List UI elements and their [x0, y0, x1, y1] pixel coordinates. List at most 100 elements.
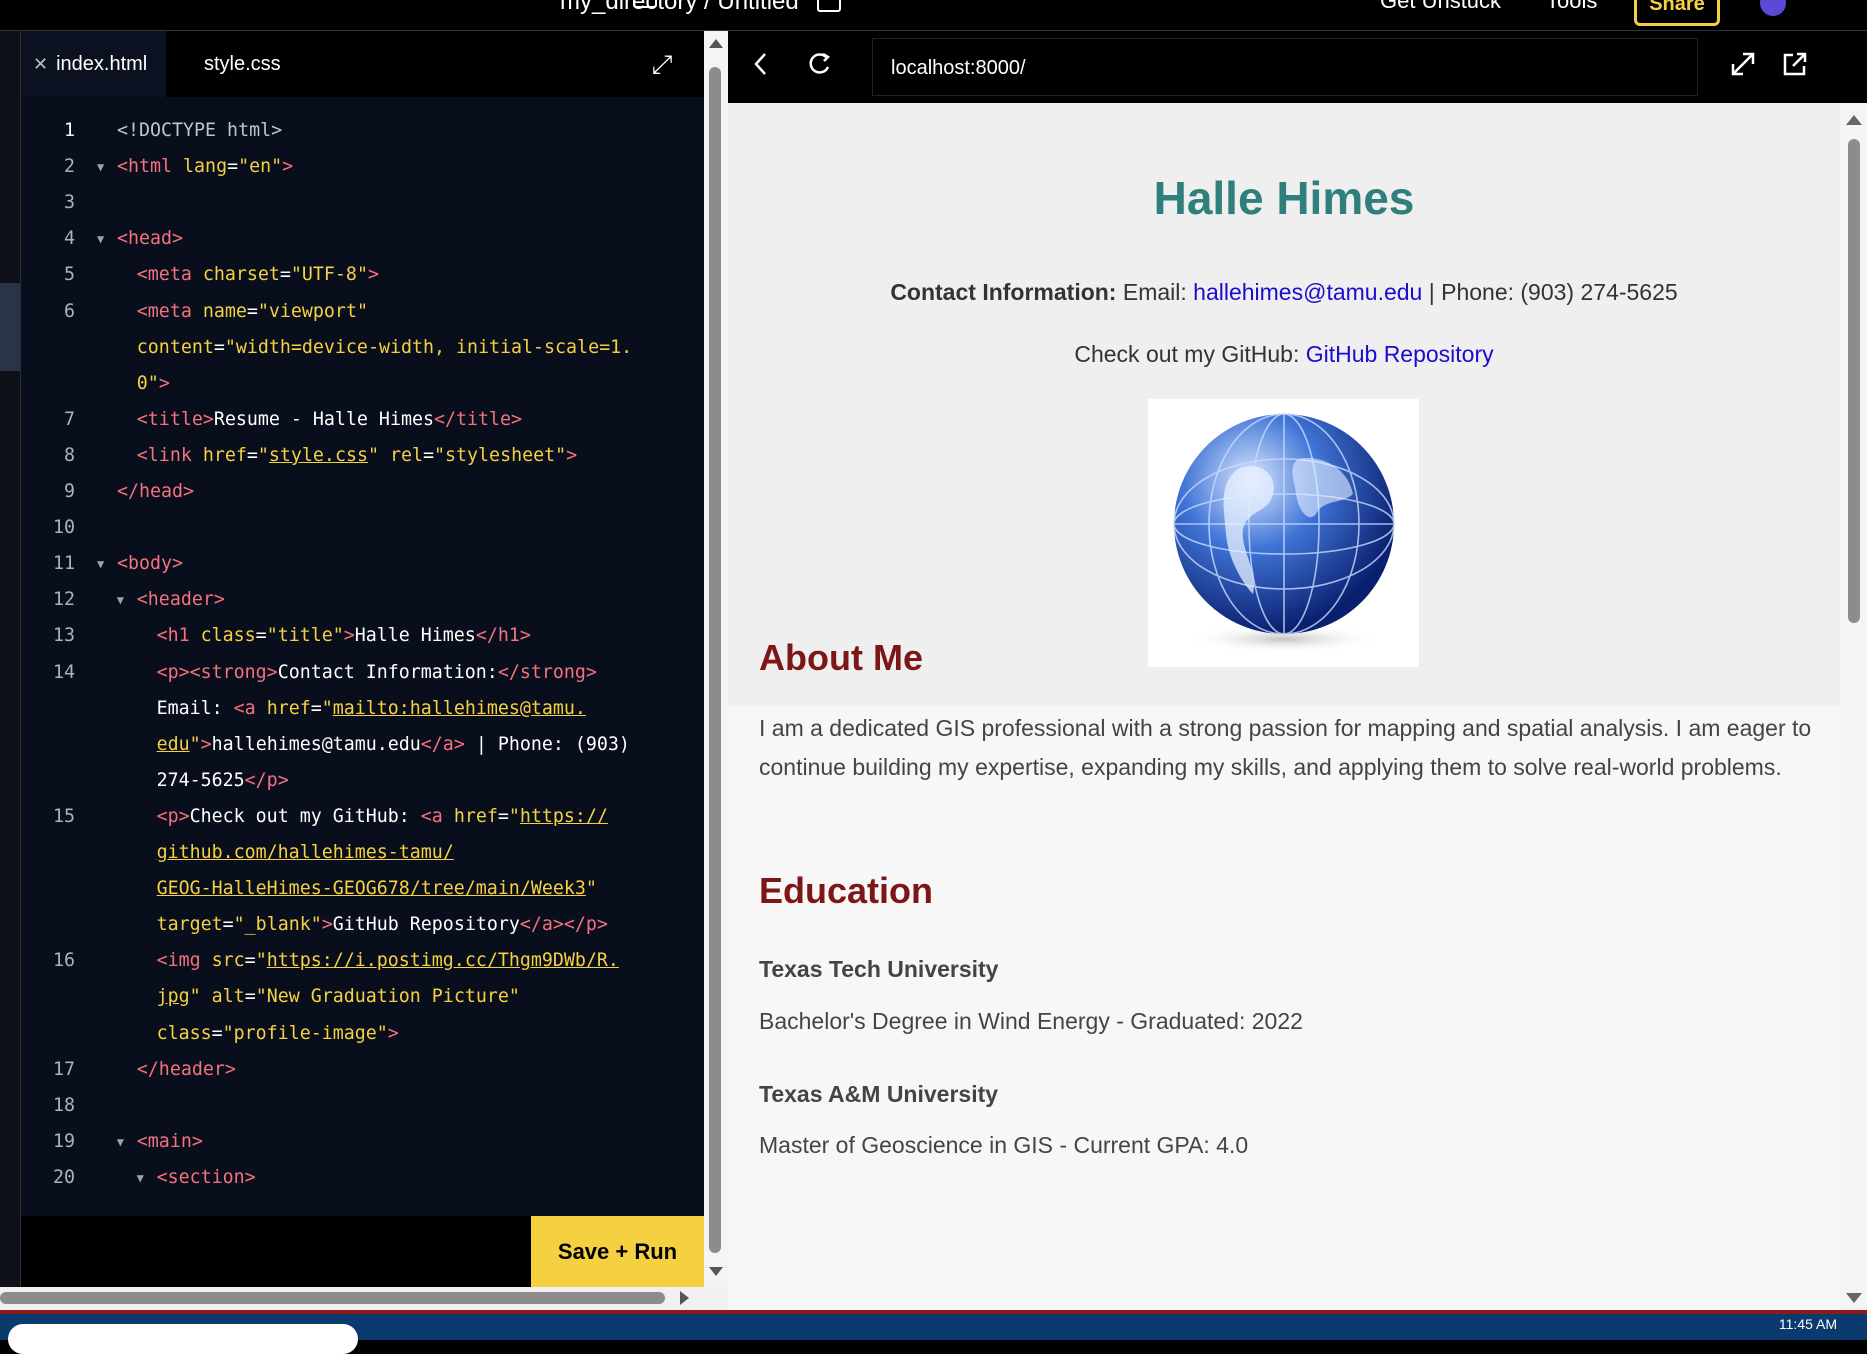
line-number: 3	[63, 192, 75, 214]
fold-arrow-icon[interactable]: ▼	[117, 582, 124, 618]
taskbar-search-input[interactable]	[8, 1324, 358, 1354]
tab-index-html[interactable]: ✕ index.html	[21, 31, 166, 97]
code-token: <p>	[156, 805, 190, 827]
code-line[interactable]: 8 <link href="style.css" rel="stylesheet"…	[21, 438, 704, 474]
scroll-right-arrow-icon[interactable]	[680, 1291, 689, 1305]
code-line[interactable]: jpg" alt="New Graduation Picture"	[21, 979, 704, 1015]
code-line[interactable]: 7 <title>Resume - Halle Himes</title>	[21, 402, 704, 438]
code-line[interactable]: 17 </header>	[21, 1052, 704, 1088]
scroll-down-arrow-icon[interactable]	[709, 1267, 723, 1276]
code-token: <main>	[136, 1130, 203, 1152]
code-line[interactable]: 5 <meta charset="UTF-8">	[21, 257, 704, 293]
scroll-up-arrow-icon[interactable]	[709, 39, 723, 48]
code-line[interactable]: 12 ▼ <header>	[21, 582, 704, 618]
code-line[interactable]: 19 ▼ <main>	[21, 1124, 704, 1160]
url-input[interactable]: localhost:8000/	[872, 38, 1698, 96]
editor-vertical-scrollbar[interactable]	[704, 31, 728, 1287]
code-line[interactable]: Email: <a href="mailto:hallehimes@tamu.	[21, 691, 704, 727]
expand-icon[interactable]	[1728, 49, 1758, 86]
code-token: </h1>	[475, 625, 531, 647]
code-token: =	[423, 444, 435, 466]
code-text: Email: <a href="mailto:hallehimes@tamu.	[157, 691, 586, 727]
code-line[interactable]: 2 ▼ <html lang="en">	[21, 149, 704, 185]
avatar[interactable]	[1760, 0, 1786, 16]
code-token: content	[136, 336, 214, 358]
code-text: <meta charset="UTF-8">	[137, 257, 379, 293]
open-external-icon[interactable]	[1780, 49, 1810, 86]
tab-style-css[interactable]: style.css	[204, 31, 324, 97]
code-area[interactable]: 1 <!DOCTYPE html> 2 ▼ <html lang="en"> 3 4 ▼ <he…	[21, 97, 704, 1247]
code-line[interactable]: 274-5625</p>	[21, 763, 704, 799]
github-label: Check out my GitHub:	[1074, 341, 1306, 367]
scrollbar-thumb[interactable]	[709, 67, 721, 1253]
code-line[interactable]: 13 <h1 class="title">Halle Himes</h1>	[21, 618, 704, 654]
line-number: 12	[52, 589, 75, 611]
expand-icon[interactable]: ⤢	[649, 51, 675, 77]
code-line[interactable]: 1 <!DOCTYPE html>	[21, 113, 704, 149]
code-token: <a	[420, 805, 454, 827]
code-token: >	[343, 625, 355, 647]
code-line[interactable]: 16 <img src="https://i.postimg.cc/Thgm9DW…	[21, 943, 704, 979]
line-number: 20	[52, 1166, 75, 1188]
code-token: href	[266, 697, 311, 719]
code-line[interactable]: 18	[21, 1088, 704, 1124]
reload-icon[interactable]	[806, 49, 834, 86]
code-line[interactable]: 14 <p><strong>Contact Information:</stron…	[21, 655, 704, 691]
editor-horizontal-scrollbar[interactable]	[0, 1287, 728, 1310]
preview-vertical-scrollbar[interactable]	[1840, 103, 1867, 1310]
tools-button[interactable]: Tools	[1546, 0, 1597, 14]
taskbar-clock: 11:45 AM	[1778, 1316, 1837, 1332]
code-token: lang	[183, 156, 228, 178]
code-line[interactable]: 9 </head>	[21, 474, 704, 510]
code-token: <p><strong>	[156, 661, 278, 683]
back-arrow-icon[interactable]	[750, 49, 772, 86]
code-token: "profile-image"	[222, 1022, 388, 1044]
code-line[interactable]: github.com/hallehimes-tamu/	[21, 835, 704, 871]
code-token: edu	[156, 733, 190, 755]
code-token: 0"	[136, 372, 159, 394]
fold-arrow-icon[interactable]: ▼	[137, 1160, 144, 1196]
code-line[interactable]: content="width=device-width, initial-sca…	[21, 330, 704, 366]
code-line[interactable]: 15 <p>Check out my GitHub: <a href="https…	[21, 799, 704, 835]
code-token: Email:	[156, 697, 234, 719]
fold-arrow-icon[interactable]: ▼	[117, 1124, 124, 1160]
code-token: href	[202, 444, 247, 466]
fold-arrow-icon[interactable]: ▼	[97, 149, 104, 185]
get-unstuck-button[interactable]: Get Unstuck	[1380, 0, 1501, 14]
code-token: <header>	[136, 589, 225, 611]
code-line[interactable]: edu">hallehimes@tamu.edu</a> | Phone: (9…	[21, 727, 704, 763]
github-link[interactable]: GitHub Repository	[1306, 341, 1494, 367]
code-line[interactable]: 0">	[21, 366, 704, 402]
code-line[interactable]: class="profile-image">	[21, 1016, 704, 1052]
code-line[interactable]: GEOG-HalleHimes-GEOG678/tree/main/Week3"	[21, 871, 704, 907]
code-text: <head>	[117, 221, 183, 257]
code-line[interactable]: 20 ▼ <section>	[21, 1160, 704, 1196]
save-run-button[interactable]: Save + Run	[531, 1216, 704, 1287]
tab-label: style.css	[204, 53, 281, 75]
code-line[interactable]: 4 ▼ <head>	[21, 221, 704, 257]
line-number: 14	[52, 661, 75, 683]
fold-arrow-icon[interactable]: ▼	[97, 546, 104, 582]
close-icon[interactable]: ✕	[33, 54, 48, 74]
code-token: =	[246, 444, 258, 466]
code-line[interactable]: 6 <meta name="viewport"	[21, 294, 704, 330]
scroll-down-arrow-icon[interactable]	[1846, 1293, 1862, 1303]
scrollbar-thumb[interactable]	[1848, 139, 1860, 623]
fold-arrow-icon[interactable]: ▼	[97, 221, 104, 257]
line-number: 8	[63, 444, 75, 466]
share-button[interactable]: Share	[1634, 0, 1720, 26]
line-number: 13	[52, 625, 75, 647]
scroll-up-arrow-icon[interactable]	[1846, 115, 1862, 125]
scrollbar-thumb[interactable]	[0, 1292, 665, 1304]
code-token: "	[585, 878, 597, 900]
code-line[interactable]: 11 ▼ <body>	[21, 546, 704, 582]
phone-text: | Phone: (903) 274-5625	[1422, 279, 1678, 305]
code-line[interactable]: 10	[21, 510, 704, 546]
email-label: Email:	[1122, 279, 1194, 305]
email-link[interactable]: hallehimes@tamu.edu	[1193, 279, 1422, 305]
school-name: Texas Tech University	[759, 956, 999, 982]
code-token: GEOG-HalleHimes-GEOG678/tree/main/Week3	[156, 878, 586, 900]
code-line[interactable]: 3	[21, 185, 704, 221]
code-line[interactable]: target="_blank">GitHub Repository</a></p…	[21, 907, 704, 943]
breadcrumb[interactable]: my_directory / Untitled	[560, 0, 841, 16]
